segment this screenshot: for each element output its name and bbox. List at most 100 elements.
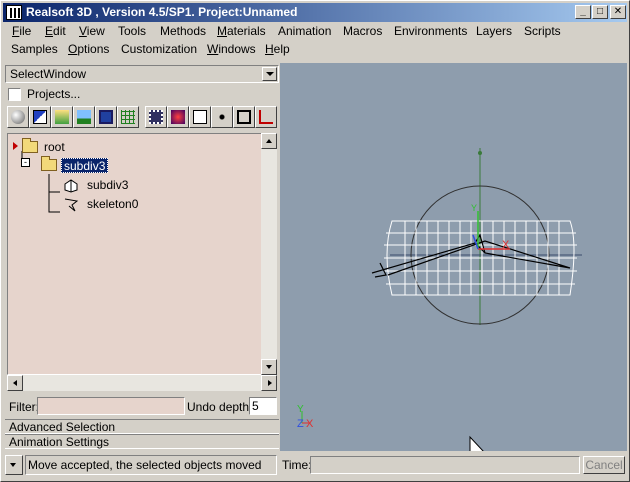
3d-viewport[interactable]: X Y Y Z X: [280, 63, 627, 451]
menu-macros[interactable]: Macros: [343, 23, 382, 40]
render-icon: [171, 110, 185, 124]
projects-checkbox[interactable]: [8, 88, 21, 101]
folder-icon: [22, 138, 38, 153]
undo-depth-input[interactable]: 5: [249, 397, 277, 415]
save-icon: [99, 110, 113, 124]
dice-icon: [193, 110, 207, 124]
material-icon: [55, 110, 69, 124]
menu-edit[interactable]: Edit: [45, 23, 66, 40]
tool-layers[interactable]: [29, 106, 51, 128]
select-window-value: SelectWindow: [10, 67, 87, 81]
viewport-canvas[interactable]: [280, 63, 627, 451]
close-button[interactable]: ✕: [610, 5, 626, 19]
sphere-icon: [11, 110, 25, 124]
menu-materials[interactable]: Materials: [217, 23, 266, 40]
menu-methods[interactable]: Methods: [160, 23, 206, 40]
film-icon: [149, 110, 163, 124]
object-tree[interactable]: root - subdiv3 subdiv3 skeleton0: [7, 133, 263, 375]
status-menu-button[interactable]: [5, 455, 23, 475]
menu-view[interactable]: View: [79, 23, 105, 40]
grid-icon: [121, 110, 135, 124]
arrow-down-icon: [266, 365, 272, 369]
network-icon: [215, 110, 229, 124]
time-label: Time:: [282, 458, 312, 472]
menu-environments[interactable]: Environments: [394, 23, 467, 40]
maximize-button[interactable]: □: [592, 5, 608, 19]
status-bar: Move accepted, the selected objects move…: [3, 453, 627, 479]
tool-material[interactable]: [51, 106, 73, 128]
tool-dice[interactable]: [189, 106, 211, 128]
status-message: Move accepted, the selected objects move…: [25, 455, 277, 475]
time-field[interactable]: [310, 456, 580, 474]
filter-input[interactable]: [37, 397, 185, 415]
menu-file[interactable]: File: [12, 23, 31, 40]
menu-bar: File Edit View Tools Methods Materials A…: [3, 23, 627, 59]
minimize-button[interactable]: _: [575, 5, 591, 19]
mouse-cursor-icon: [469, 435, 484, 451]
tool-graph[interactable]: [255, 106, 277, 128]
chevron-down-icon: [10, 463, 16, 467]
collapse-minus-icon[interactable]: -: [21, 158, 30, 167]
scroll-down-button[interactable]: [261, 359, 277, 375]
projects-label[interactable]: Projects...: [27, 87, 80, 101]
gizmo-x-label: X: [502, 239, 510, 251]
expand-arrow-icon[interactable]: [13, 142, 18, 150]
tree-horizontal-scrollbar[interactable]: [7, 375, 277, 391]
menu-animation[interactable]: Animation: [278, 23, 331, 40]
tool-sphere[interactable]: [7, 106, 29, 128]
window-title: Realsoft 3D , Version 4.5/SP1. Project:U…: [26, 5, 298, 19]
scroll-right-button[interactable]: [261, 375, 277, 391]
scroll-left-button[interactable]: [7, 375, 23, 391]
gizmo-y-label: Y: [471, 203, 478, 213]
menu-customization[interactable]: Customization: [121, 41, 197, 58]
section-label: Advanced Selection: [9, 420, 116, 434]
menu-layers[interactable]: Layers: [476, 23, 512, 40]
corner-y-label: Y: [297, 404, 304, 415]
tool-bar: [5, 105, 279, 129]
menu-help[interactable]: Help: [265, 41, 290, 58]
corner-z-label: Z: [297, 418, 304, 430]
frame-icon: [237, 110, 251, 124]
tool-landscape[interactable]: [73, 106, 95, 128]
tool-save[interactable]: [95, 106, 117, 128]
menu-tools[interactable]: Tools: [118, 23, 146, 40]
arrow-left-icon: [13, 380, 17, 386]
filter-label: Filter:: [9, 400, 39, 414]
vertical-guide-end: [478, 151, 482, 155]
menu-options[interactable]: Options: [68, 41, 109, 58]
undo-depth-label: Undo depth: [187, 400, 250, 414]
folder-icon: [41, 156, 57, 171]
select-window-dropdown[interactable]: SelectWindow: [5, 65, 279, 83]
landscape-icon: [77, 110, 91, 124]
menu-windows[interactable]: Windows: [207, 41, 256, 58]
scroll-up-button[interactable]: [261, 133, 277, 149]
tool-network[interactable]: [211, 106, 233, 128]
tool-render[interactable]: [167, 106, 189, 128]
tree-node-label: subdiv3: [87, 178, 129, 192]
title-bar[interactable]: Realsoft 3D , Version 4.5/SP1. Project:U…: [3, 3, 627, 22]
select-window-panel: SelectWindow Projects... root - subdiv3 …: [3, 63, 279, 451]
application-window: Realsoft 3D , Version 4.5/SP1. Project:U…: [0, 0, 630, 482]
realsoft-app-icon[interactable]: [6, 5, 22, 20]
advanced-selection-section[interactable]: Advanced Selection: [5, 419, 279, 434]
tool-frame[interactable]: [233, 106, 255, 128]
subdiv-object-icon: [64, 179, 78, 193]
menu-scripts[interactable]: Scripts: [524, 23, 561, 40]
tool-grid[interactable]: [117, 106, 139, 128]
tree-vertical-scrollbar[interactable]: [261, 133, 277, 375]
graph-icon: [259, 110, 273, 124]
layers-icon: [33, 110, 47, 124]
tree-node-label: subdiv3: [61, 158, 109, 173]
menu-samples[interactable]: Samples: [11, 41, 58, 58]
tree-node-label: skeleton0: [87, 197, 139, 211]
section-label: Animation Settings: [9, 435, 110, 449]
chevron-down-icon: [266, 72, 274, 76]
dropdown-button[interactable]: [262, 67, 277, 81]
arrow-right-icon: [268, 380, 272, 386]
animation-settings-section[interactable]: Animation Settings: [5, 434, 279, 449]
tool-film[interactable]: [145, 106, 167, 128]
skeleton-icon: [64, 198, 79, 212]
corner-x-label: X: [306, 418, 314, 430]
cancel-button[interactable]: Cancel: [583, 456, 625, 474]
arrow-up-icon: [266, 139, 272, 143]
